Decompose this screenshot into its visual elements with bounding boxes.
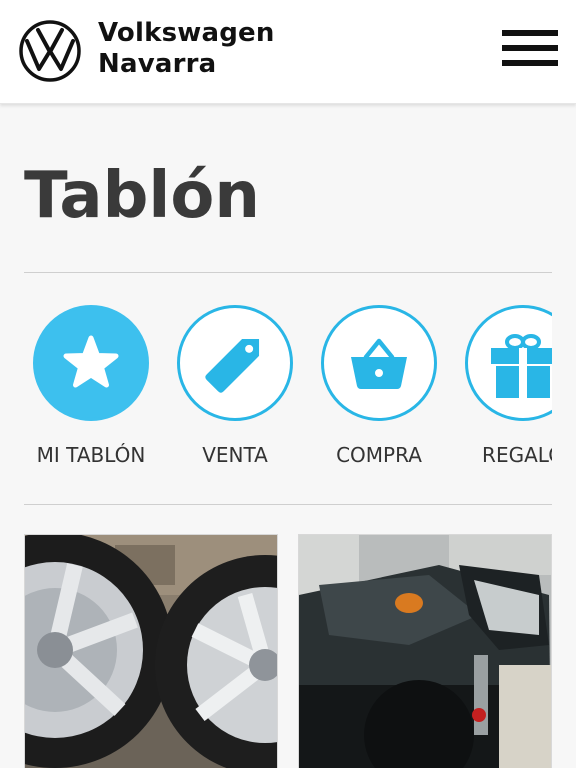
category-regalo[interactable]: REGALO (456, 300, 552, 480)
alloy-wheels-photo (25, 535, 277, 768)
category-mi-tablon[interactable]: MI TABLÓN (24, 300, 156, 480)
category-venta[interactable]: VENTA (168, 300, 300, 480)
listing-card[interactable] (24, 534, 278, 768)
shopping-basket-icon (351, 338, 407, 389)
hamburger-menu-icon[interactable] (502, 30, 558, 70)
vw-logo[interactable] (18, 19, 82, 83)
motorcycle-photo (299, 535, 551, 768)
gift-icon (491, 334, 552, 398)
top-header: Volkswagen Navarra (0, 0, 576, 104)
listing-grid (24, 534, 552, 768)
category-carousel[interactable]: MI TABLÓN VENTA COMPRA REGAL (24, 300, 552, 480)
star-icon (63, 335, 119, 388)
price-tag-icon (205, 338, 260, 393)
brand-line-1: Volkswagen (98, 18, 275, 48)
category-compra[interactable]: COMPRA (312, 300, 444, 480)
category-label: MI TABLÓN (36, 443, 146, 467)
category-label: VENTA (202, 443, 268, 467)
brand-line-2: Navarra (98, 49, 217, 79)
divider-top (24, 272, 552, 273)
category-label: COMPRA (336, 443, 422, 467)
listing-card[interactable] (298, 534, 552, 768)
divider-bottom (24, 504, 552, 505)
category-label: REGALO (482, 443, 552, 467)
brand-name[interactable]: Volkswagen Navarra (98, 18, 275, 80)
page-title: Tablón (24, 159, 260, 233)
